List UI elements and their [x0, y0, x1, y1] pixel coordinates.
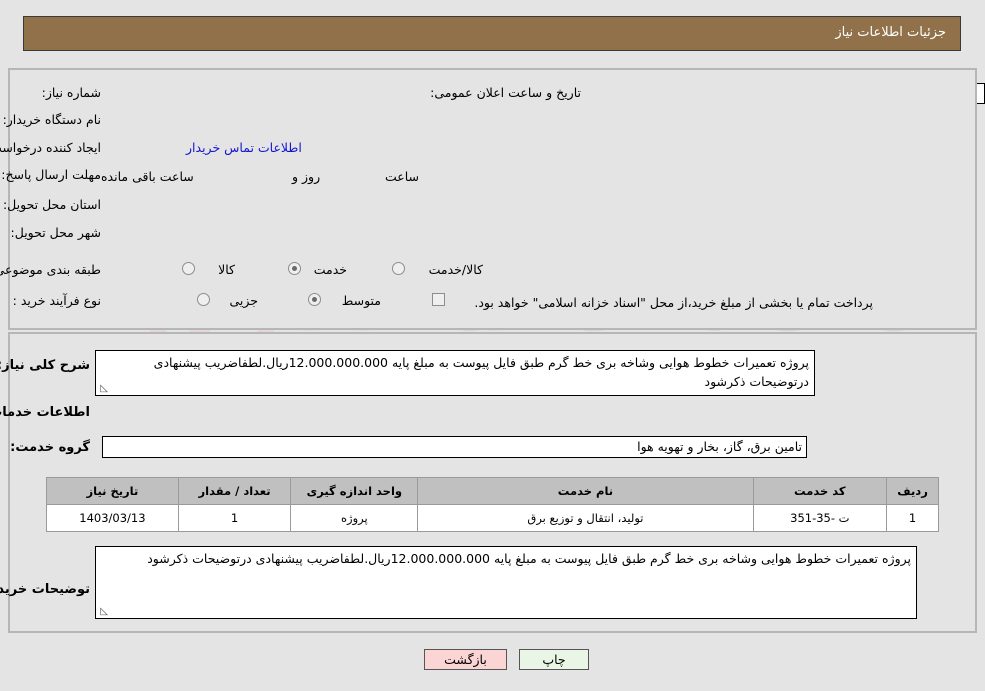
cell-name: تولید، انتقال و توزیع برق [417, 504, 754, 532]
radio-category-goods-service[interactable] [392, 262, 405, 275]
requester-label: ایجاد کننده درخواست: [0, 140, 101, 155]
cell-unit: پروژه [290, 504, 419, 532]
buyer-notes-text: پروژه تعمیرات خطوط هوایی وشاخه بری خط گر… [147, 551, 911, 566]
delivery-province-label: استان محل تحویل: [2, 197, 101, 212]
back-button[interactable]: بازگشت [424, 649, 507, 670]
radio-category-service[interactable] [288, 262, 301, 275]
checkbox-islamic-treasury-bonds[interactable] [432, 293, 445, 306]
cell-row: 1 [886, 504, 939, 532]
radio-category-goods[interactable] [182, 262, 195, 275]
cell-code: ت -35-351 [752, 504, 888, 532]
table-header-row: ردیف کد خدمت نام خدمت واحد اندازه گیری ت… [46, 477, 939, 505]
need-number-label: شماره نیاز: [41, 85, 101, 100]
radio-process-medium[interactable] [308, 293, 321, 306]
resize-grip-icon[interactable]: ◺ [98, 384, 108, 394]
need-summary-text: پروژه تعمیرات خطوط هوایی وشاخه بری خط گر… [153, 355, 809, 389]
deadline-label: مهلت ارسال پاسخ: تا تاریخ: [0, 167, 101, 182]
days-label: روز و [292, 169, 321, 184]
table-row: 1 ت -35-351 تولید، انتقال و توزیع برق پر… [46, 504, 939, 532]
buyer-organization-label: نام دستگاه خریدار: [2, 112, 101, 127]
radio-category-goods-service-label: کالا/خدمت [428, 262, 483, 277]
radio-process-medium-label: متوسط [341, 293, 381, 308]
remaining-time-label: ساعت باقی مانده [101, 169, 194, 184]
th-date: تاریخ نیاز [46, 477, 179, 505]
cell-date: 1403/03/13 [46, 504, 179, 532]
radio-process-minor[interactable] [197, 293, 210, 306]
need-summary-label: شرح کلی نیاز: [0, 358, 90, 373]
buyer-notes-label: توضیحات خریدار: [0, 582, 90, 597]
page-header-bar: جزئیات اطلاعات نیاز [23, 16, 961, 51]
islamic-treasury-note: پرداخت تمام یا بخشی از مبلغ خرید،از محل … [474, 295, 873, 310]
page-title: جزئیات اطلاعات نیاز [835, 25, 946, 40]
hour-label: ساعت [384, 169, 419, 184]
radio-category-service-label: خدمت [313, 262, 347, 277]
th-row: ردیف [886, 477, 939, 505]
service-group-value: تامین برق، گاز، بخار و تهویه هوا [102, 436, 807, 458]
radio-category-goods-label: کالا [218, 262, 235, 277]
th-code: کد خدمت [752, 477, 888, 505]
service-group-label: گروه خدمت: [10, 440, 90, 455]
radio-process-minor-label: جزیی [229, 293, 258, 308]
services-section-heading: اطلاعات خدمات مورد نیاز [0, 405, 90, 420]
services-table: ردیف کد خدمت نام خدمت واحد اندازه گیری ت… [46, 477, 939, 532]
th-qty: تعداد / مقدار [177, 477, 292, 505]
delivery-city-label: شهر محل تحویل: [10, 225, 101, 240]
purchase-process-label: نوع فرآیند خرید : [12, 293, 101, 308]
cell-qty: 1 [177, 504, 292, 532]
subject-category-label: طبقه بندی موضوعی: [0, 262, 101, 277]
buyer-contact-link[interactable]: اطلاعات تماس خریدار [186, 140, 302, 155]
need-details-page: AriaTender .net جزئیات اطلاعات نیاز شمار… [0, 0, 985, 691]
announcement-datetime-label: تاریخ و ساعت اعلان عمومی: [430, 85, 581, 100]
need-info-panel [8, 68, 977, 330]
need-summary-textarea[interactable]: پروژه تعمیرات خطوط هوایی وشاخه بری خط گر… [95, 350, 815, 396]
th-name: نام خدمت [417, 477, 754, 505]
print-button[interactable]: چاپ [519, 649, 589, 670]
th-unit: واحد اندازه گیری [290, 477, 419, 505]
buyer-notes-textarea[interactable]: پروژه تعمیرات خطوط هوایی وشاخه بری خط گر… [95, 546, 917, 619]
resize-grip-icon[interactable]: ◺ [98, 607, 108, 617]
